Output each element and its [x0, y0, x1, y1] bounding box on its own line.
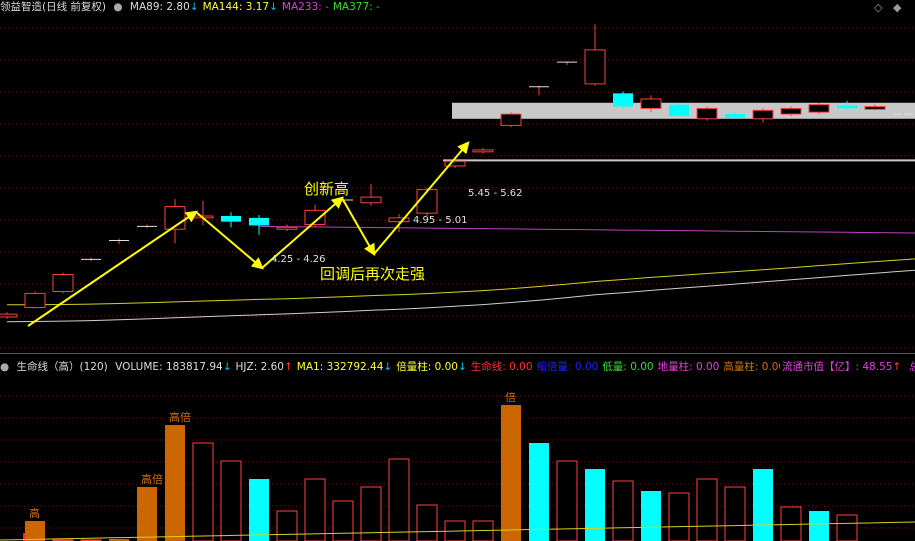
candle-body-down: [221, 216, 241, 222]
candle: [500, 112, 522, 128]
volume-bar: [753, 469, 773, 541]
candle: [613, 91, 633, 109]
volume-bar: [304, 478, 326, 541]
candle-body-up: [416, 189, 438, 214]
volume-bar: [249, 479, 269, 541]
pullback-label: 回调后再次走强: [320, 265, 425, 283]
volume-marker: 高倍: [141, 472, 163, 486]
volume-bar: [220, 460, 242, 541]
range-high-label: 5.45 - 5.62: [468, 188, 523, 199]
candle: [276, 224, 298, 232]
candle-body-down: [669, 104, 689, 116]
candle: [24, 291, 46, 309]
candle-body-down: [613, 93, 633, 107]
candle-body-up: [780, 107, 802, 115]
volume-bar: [25, 521, 45, 541]
trend-arrow: [27, 210, 198, 327]
candle-body-up: [640, 98, 662, 109]
volume-bar: [501, 405, 521, 541]
volume-bar: [641, 491, 661, 541]
candle-body-up: [360, 196, 382, 204]
candle: [0, 312, 18, 319]
candle: [109, 238, 129, 245]
candle-body-down: [249, 217, 269, 226]
candle: [669, 102, 689, 117]
volume-bar: [612, 480, 634, 541]
volume-bar: [809, 511, 829, 541]
candle: [752, 108, 774, 123]
candle: [249, 215, 269, 235]
new-high-label: 创新高: [304, 180, 349, 198]
volume-bar: [585, 469, 605, 541]
candle: [696, 106, 718, 121]
candle: [52, 272, 74, 294]
volume-bar: [416, 504, 438, 541]
candle-body-up: [24, 292, 46, 309]
volume-bar: [668, 492, 690, 541]
stock-chart-window: 领益智造(日线 前复权) ● MA89: 2.80↓ MA144: 3.17↓ MA…: [0, 0, 915, 541]
volume-marker: 高: [29, 506, 40, 520]
candle: [472, 148, 494, 154]
candle: [221, 212, 241, 228]
candle: [360, 183, 382, 206]
range-mid-label: 4.95 - 5.01: [413, 215, 468, 226]
candle-body-up: [388, 217, 410, 223]
volume-bar: [724, 486, 746, 541]
candle: [808, 102, 830, 115]
candle-body-up: [752, 109, 774, 120]
volume-bar: [696, 478, 718, 541]
candle-body-up: [276, 226, 298, 230]
candlestick-series: [0, 24, 913, 319]
candle: [137, 224, 157, 229]
volume-bar: [137, 487, 157, 541]
candle-body-up: [0, 313, 18, 318]
candle: [81, 257, 101, 262]
moving-average-lines: [6, 225, 915, 323]
candle-body-up: [584, 49, 606, 85]
candle: [584, 24, 606, 86]
trend-arrow: [341, 197, 376, 257]
candle-body-down: [837, 105, 857, 109]
candle-body-down: [725, 114, 745, 118]
candle: [780, 106, 802, 116]
candle-body-up: [472, 149, 494, 153]
volume-bar: [165, 425, 185, 541]
volume-bar: [836, 514, 858, 541]
volume-bar: [388, 458, 410, 541]
pane-divider: [0, 353, 915, 354]
price-volume-chart[interactable]: 倍高高倍高倍倍 创新高回调后再次走强4.25 - 4.264.95 - 5.01…: [0, 0, 915, 541]
candle-body-up: [808, 104, 830, 113]
candle: [529, 85, 549, 96]
ma-purple-line: [258, 225, 915, 234]
volume-bar: [332, 500, 354, 541]
volume-marker: 倍: [505, 390, 516, 404]
volume-marker: 高倍: [169, 410, 191, 424]
volume-bars: 倍高高倍高倍倍: [0, 390, 915, 541]
volume-bar: [529, 443, 549, 541]
volume-bar: [276, 510, 298, 541]
range-low-label: 4.25 - 4.26: [271, 254, 326, 265]
candle-body-up: [52, 274, 74, 292]
candle-body-up: [864, 106, 886, 110]
candle: [557, 61, 577, 66]
trend-arrow: [373, 141, 470, 255]
volume-bar: [192, 442, 214, 541]
candle-body-up: [500, 113, 522, 126]
candle-body-up: [696, 107, 718, 120]
ma89-line: [6, 269, 915, 323]
